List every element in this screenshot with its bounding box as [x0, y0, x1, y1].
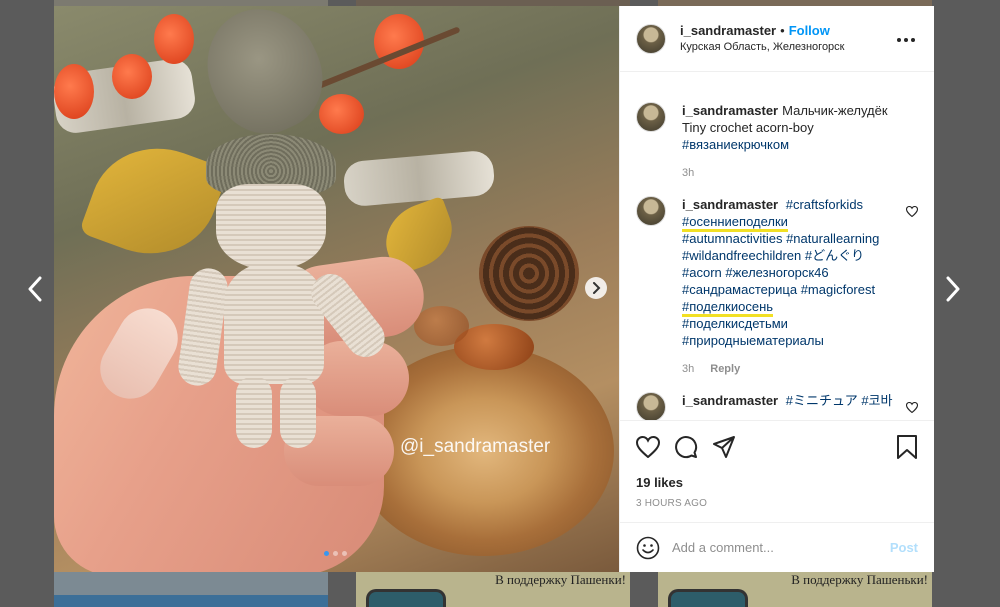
- next-slide-button[interactable]: [585, 277, 607, 299]
- avatar[interactable]: [636, 392, 666, 420]
- follow-button[interactable]: Follow: [789, 23, 830, 38]
- birch-log: [342, 149, 496, 208]
- hashtag-link[interactable]: #acorn: [682, 265, 722, 280]
- post-timestamp[interactable]: 3 HOURS AGO: [636, 498, 918, 509]
- physalis-lantern: [54, 64, 94, 119]
- add-comment-bar: Post: [620, 522, 934, 572]
- avatar[interactable]: [636, 23, 666, 54]
- username-link[interactable]: i_sandramaster: [682, 197, 778, 212]
- post-comment-button[interactable]: Post: [890, 540, 918, 555]
- heart-icon: [636, 436, 660, 458]
- hashtag-link[interactable]: #вязаниекрючком: [682, 137, 789, 152]
- like-button[interactable]: [636, 436, 660, 458]
- phone-illustration: [366, 589, 446, 607]
- heart-icon: [905, 205, 919, 218]
- heart-icon: [905, 401, 919, 414]
- post-photo[interactable]: @i_sandramaster: [54, 6, 619, 572]
- carousel-indicator: [324, 551, 347, 556]
- save-button[interactable]: [896, 435, 918, 459]
- doll-leg: [236, 376, 272, 448]
- share-button[interactable]: [712, 435, 736, 459]
- reply-button[interactable]: Reply: [710, 361, 740, 378]
- comment-body: i_sandramaster #ミニチュア #코바: [682, 392, 898, 420]
- hashtag-link[interactable]: #ミニチュア #코바: [786, 393, 893, 408]
- more-options-button[interactable]: [894, 30, 918, 48]
- doll-head: [216, 184, 326, 269]
- like-comment-button[interactable]: [905, 400, 919, 418]
- likes-count[interactable]: 19 likes: [636, 475, 918, 490]
- acorn: [414, 306, 469, 346]
- background-post-thumb[interactable]: В поддержку Пашеньки!: [658, 572, 932, 607]
- hashtag-link[interactable]: #craftsforkids: [786, 197, 863, 212]
- carousel-dot: [342, 551, 347, 556]
- chevron-right-icon: [593, 282, 601, 294]
- doll-body: [224, 264, 324, 384]
- carousel-dot: [333, 551, 338, 556]
- chevron-left-icon: [28, 276, 42, 302]
- header-text: i_sandramaster • Follow Курская Область, Ж…: [680, 23, 894, 55]
- comment-meta: 3h Reply: [682, 361, 898, 378]
- hashtag-link[interactable]: #поделкиосень: [682, 299, 774, 317]
- autumn-leaf: [78, 128, 230, 274]
- caption-body: i_sandramaster Мальчик-желудёк Tiny croch…: [682, 102, 898, 182]
- more-horizontal-icon: [897, 37, 915, 42]
- comment-time[interactable]: 3h: [682, 165, 694, 182]
- previous-post-button[interactable]: [20, 274, 50, 304]
- comment-icon: [675, 436, 698, 459]
- like-comment-button[interactable]: [905, 204, 919, 222]
- hashtag-link[interactable]: #autumnactivities: [682, 231, 782, 246]
- username-link[interactable]: i_sandramaster: [682, 393, 778, 408]
- next-post-button[interactable]: [938, 274, 968, 304]
- location-link[interactable]: Курская Область, Железногорск: [680, 39, 894, 55]
- thumb-caption: В поддержку Пашенки!: [495, 572, 626, 587]
- background-post-thumb[interactable]: [54, 572, 328, 607]
- physalis-lantern: [154, 14, 194, 64]
- hashtag-link[interactable]: #どんぐり: [805, 248, 864, 263]
- carousel-dot: [324, 551, 329, 556]
- bookmark-icon: [897, 435, 917, 459]
- username-link[interactable]: i_sandramaster: [680, 23, 776, 38]
- acorn-cap-hat: [187, 6, 341, 151]
- hashtag-link[interactable]: #поделкисдетьми: [682, 316, 788, 331]
- thumb-strip: [54, 595, 328, 607]
- caption-text: Tiny crochet acorn-boy: [682, 120, 814, 135]
- avatar[interactable]: [636, 196, 666, 226]
- hashtag-link[interactable]: #wildandfreechildren: [682, 248, 801, 263]
- pinecone: [479, 226, 579, 321]
- avatar[interactable]: [636, 102, 666, 132]
- paper-plane-icon: [713, 436, 735, 458]
- emoji-icon[interactable]: [636, 536, 660, 560]
- hashtag-link[interactable]: #сандрамастерица: [682, 282, 797, 297]
- comment-time[interactable]: 3h: [682, 361, 694, 378]
- action-icons: [636, 433, 918, 461]
- caption: i_sandramaster Мальчик-желудёк Tiny croch…: [636, 102, 918, 182]
- comment-button[interactable]: [674, 435, 698, 459]
- hashtag-link[interactable]: #осенниеподелки: [682, 214, 788, 232]
- phone-illustration: [668, 589, 748, 607]
- physalis-lantern: [319, 94, 364, 134]
- comments-list[interactable]: i_sandramaster Мальчик-желудёк Tiny croch…: [620, 72, 934, 420]
- background-post-thumb[interactable]: В поддержку Пашенки!: [356, 572, 630, 607]
- caption-text: Мальчик-желудёк: [782, 103, 888, 118]
- separator-dot: •: [780, 22, 785, 38]
- thumb-caption: В поддержку Пашеньки!: [791, 572, 928, 587]
- physalis-lantern: [112, 54, 152, 99]
- chevron-right-icon: [946, 276, 960, 302]
- comment-body: i_sandramaster #craftsforkids #осенниепо…: [682, 196, 898, 378]
- post-header: i_sandramaster • Follow Курская Область, Ж…: [620, 6, 934, 72]
- post-modal: @i_sandramaster i_sandramaster • Follow Ку…: [54, 6, 934, 572]
- comment-input[interactable]: [672, 540, 890, 555]
- photo-watermark: @i_sandramaster: [400, 436, 551, 457]
- hashtag-link[interactable]: #природныематериалы: [682, 333, 824, 348]
- hashtag-link[interactable]: #naturallearning: [786, 231, 879, 246]
- comment: i_sandramaster #craftsforkids #осенниепо…: [636, 196, 919, 378]
- post-details-panel: i_sandramaster • Follow Курская Область, Ж…: [619, 6, 934, 572]
- username-link[interactable]: i_sandramaster: [682, 103, 778, 118]
- hashtag-link[interactable]: #железногорск46: [725, 265, 828, 280]
- doll-leg: [280, 376, 316, 448]
- hashtag-link[interactable]: #magicforest: [801, 282, 875, 297]
- comment: i_sandramaster #ミニチュア #코바: [636, 392, 919, 420]
- comment-meta: 3h: [682, 165, 898, 182]
